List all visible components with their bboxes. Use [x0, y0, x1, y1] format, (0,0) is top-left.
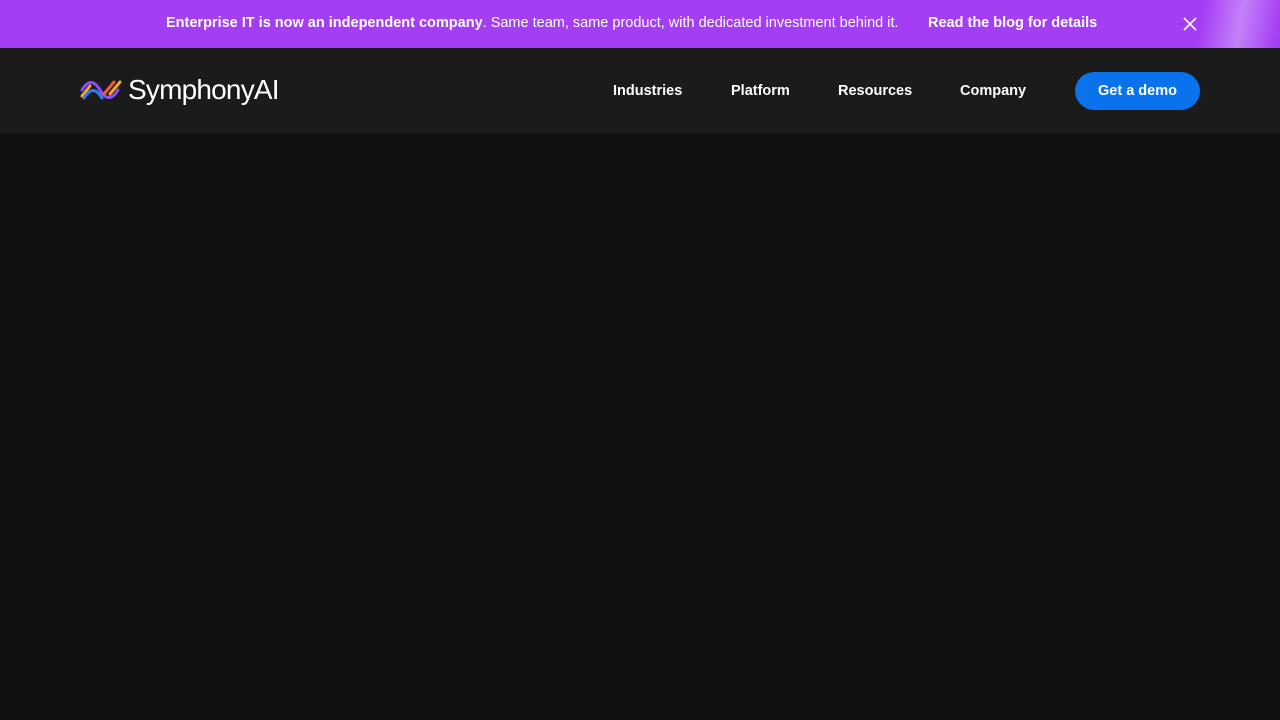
announcement-banner: Enterprise IT is now an independent comp… [0, 0, 1280, 48]
banner-message: Enterprise IT is now an independent comp… [166, 0, 899, 48]
nav-item-platform[interactable]: Platform [731, 48, 790, 134]
site-header: SymphonyAI Industries Platform Resources… [0, 48, 1280, 134]
close-banner-button[interactable] [1180, 14, 1200, 34]
banner-decoration [1146, 0, 1280, 48]
nav-item-resources[interactable]: Resources [838, 48, 912, 134]
nav-item-company[interactable]: Company [960, 48, 1026, 134]
logo[interactable]: SymphonyAI [80, 72, 280, 108]
read-blog-link[interactable]: Read the blog for details [928, 0, 1097, 48]
logo-text: SymphonyAI [128, 74, 280, 105]
close-icon [1183, 17, 1197, 31]
main-content [0, 134, 1280, 720]
get-demo-button[interactable]: Get a demo [1075, 72, 1200, 110]
banner-description: . Same team, same product, with dedicate… [482, 15, 899, 31]
nav-item-industries[interactable]: Industries [613, 48, 682, 134]
symphonyai-logo-icon [80, 80, 122, 100]
banner-headline: Enterprise IT is now an independent comp… [166, 15, 483, 31]
